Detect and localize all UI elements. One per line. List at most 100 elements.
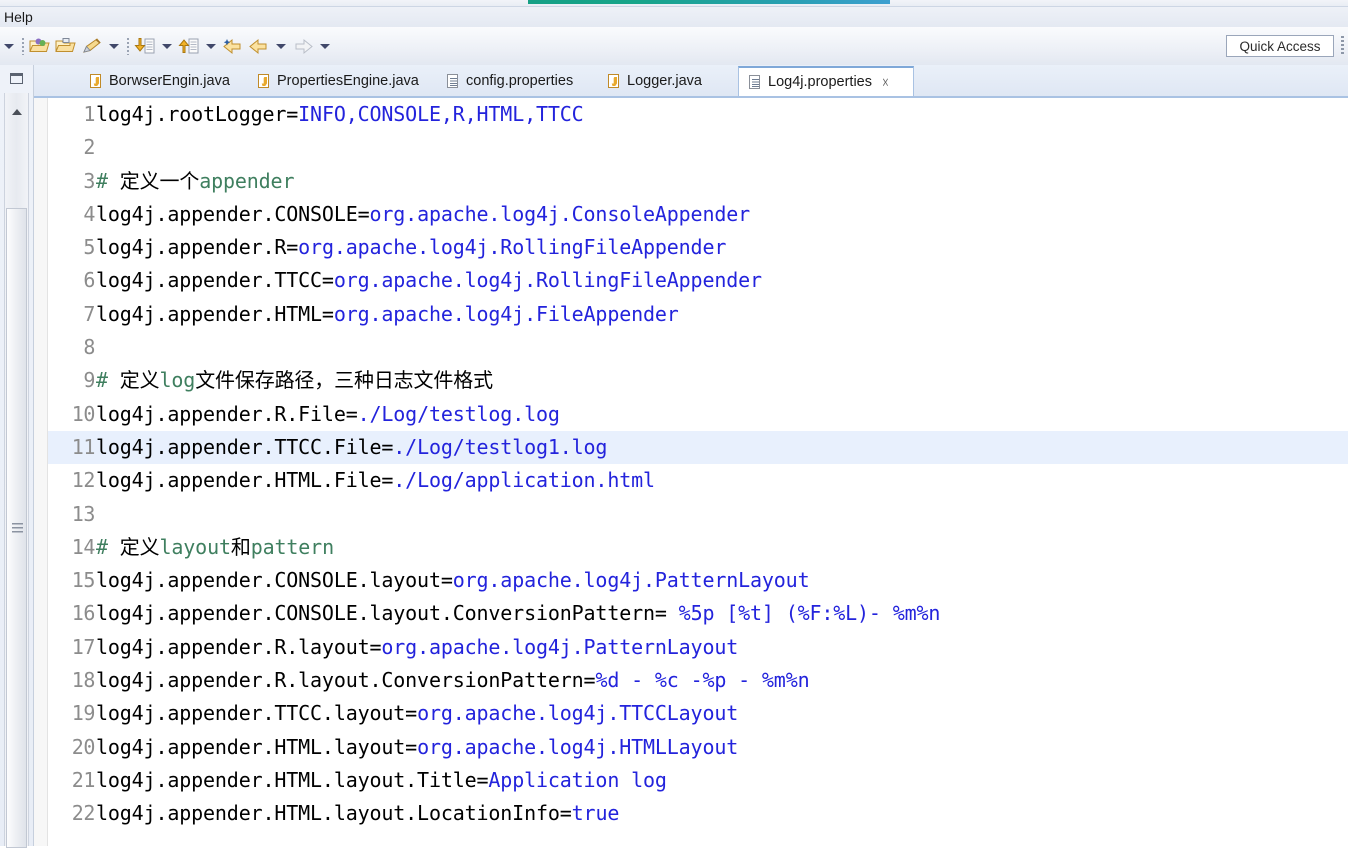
code-line[interactable]: 9 # 定义log文件保存路径，三种日志文件格式 [48, 364, 1348, 397]
step-into-dropdown[interactable] [158, 31, 176, 61]
restore-view-button[interactable] [7, 70, 26, 87]
line-number: 7 [83, 301, 95, 326]
line-text: log4j.appender.R.layout=org.apache.log4j… [96, 631, 1348, 664]
token-comment-cjk: 文件保存路径，三种日志文件格式 [195, 368, 493, 393]
toolbar-grip-handle[interactable] [1341, 36, 1344, 56]
step-into-button[interactable] [132, 31, 158, 61]
token-comment: layout [159, 534, 232, 559]
code-line[interactable]: 14 # 定义layout和pattern [48, 531, 1348, 564]
separator-1 [18, 31, 27, 61]
token-key: log4j.appender.TTCC= [96, 268, 334, 293]
line-number: 11 [71, 434, 96, 459]
code-line[interactable]: 11 log4j.appender.TTCC.File=./Log/testlog… [48, 430, 1348, 465]
code-line[interactable]: 18 log4j.appender.R.layout.ConversionPatt… [48, 664, 1348, 697]
token-comment: # [96, 168, 120, 193]
code-line[interactable]: 2 [48, 131, 1348, 164]
code-line[interactable]: 10 log4j.appender.R.File=./Log/testlog.lo… [48, 398, 1348, 431]
line-number: 15 [71, 568, 96, 593]
token-val: org.apache.log4j.FileAppender [333, 301, 679, 326]
line-number: 6 [83, 268, 95, 293]
code-line[interactable]: 22 log4j.appender.HTML.layout.LocationInf… [48, 797, 1348, 830]
back-dropdown[interactable] [272, 31, 290, 61]
line-text: log4j.appender.CONSOLE.layout=org.apache… [96, 564, 1348, 597]
main-toolbar: Quick Access [0, 27, 1348, 66]
token-val: org.apache.log4j.RollingFileAppender [333, 268, 762, 293]
window-title-strip [0, 0, 1348, 7]
editor-annotation-ruler[interactable] [34, 98, 48, 846]
token-key: log4j.appender.CONSOLE.layout= [96, 568, 453, 593]
token-comment: log [159, 368, 196, 393]
properties-file-icon [447, 74, 460, 89]
token-val: INFO,CONSOLE,R,HTML,TTCC [298, 102, 584, 126]
menu-item-help[interactable]: Help [4, 8, 33, 26]
code-line[interactable]: 20 log4j.appender.HTML.layout=org.apache.… [48, 731, 1348, 764]
line-text: # 定义log文件保存路径，三种日志文件格式 [96, 364, 1348, 397]
token-comment-cjk: 定义 [119, 534, 160, 559]
token-comment: # [96, 534, 120, 559]
back-to-annotation-button[interactable] [220, 31, 246, 61]
text-editor[interactable]: 1 log4j.rootLogger=INFO,CONSOLE,R,HTML,TT… [34, 98, 1348, 846]
scroll-up-arrow-icon[interactable] [11, 109, 22, 115]
tab-label: PropertiesEngine.java [277, 73, 419, 90]
editor-vertical-scrollbar[interactable] [4, 93, 29, 848]
line-number: 12 [71, 468, 96, 493]
line-number: 9 [83, 368, 95, 393]
code-line[interactable]: 6 log4j.appender.TTCC=org.apache.log4j.Ro… [48, 264, 1348, 297]
editor-tab-borwserengin-java[interactable]: BorwserEngin.java [80, 67, 248, 96]
line-text: log4j.appender.R=org.apache.log4j.Rollin… [96, 231, 1348, 264]
code-line[interactable]: 5 log4j.appender.R=org.apache.log4j.Rolli… [48, 231, 1348, 264]
code-line[interactable]: 13 [48, 498, 1348, 531]
token-comment: pattern [250, 534, 334, 559]
debug-pen-button[interactable] [79, 31, 105, 61]
token-comment: # [96, 368, 120, 393]
editor-tab-propertiesengine-java[interactable]: PropertiesEngine.java [248, 67, 437, 96]
scrollbar-thumb[interactable] [6, 208, 27, 848]
debug-dropdown[interactable] [105, 31, 123, 61]
line-text: log4j.appender.HTML.layout.LocationInfo=… [96, 797, 1348, 830]
tab-close-icon[interactable]: ☓ [882, 76, 889, 89]
step-return-dropdown[interactable] [202, 31, 220, 61]
line-number: 19 [71, 701, 96, 726]
code-line[interactable]: 3 # 定义一个appender [48, 165, 1348, 198]
forward-arrow-icon [292, 37, 314, 55]
forward-dropdown[interactable] [316, 31, 334, 61]
editor-tab-config-properties[interactable]: config.properties [437, 67, 598, 96]
line-number: 18 [71, 668, 96, 693]
token-key: log4j.appender.HTML= [96, 301, 334, 326]
code-line[interactable]: 17 log4j.appender.R.layout=org.apache.log… [48, 631, 1348, 664]
code-line[interactable]: 12 log4j.appender.HTML.File=./Log/applica… [48, 464, 1348, 497]
chevron-down-icon [109, 43, 119, 49]
code-line[interactable]: 19 log4j.appender.TTCC.layout=org.apache.… [48, 697, 1348, 730]
editor-tab-log4j-properties[interactable]: Log4j.properties ☓ [738, 66, 914, 97]
properties-file-icon [749, 75, 762, 90]
forward-button[interactable] [290, 31, 316, 61]
token-key: log4j.appender.R.File= [96, 401, 358, 426]
code-line[interactable]: 1 log4j.rootLogger=INFO,CONSOLE,R,HTML,TT… [48, 98, 1348, 131]
code-line[interactable]: 15 log4j.appender.CONSOLE.layout=org.apac… [48, 564, 1348, 597]
back-button[interactable] [246, 31, 272, 61]
open-resource-button[interactable] [53, 31, 79, 61]
toolbar-dropdown-leading[interactable] [0, 31, 18, 61]
chevron-down-icon [276, 43, 286, 49]
tab-label: Logger.java [627, 73, 702, 90]
token-val: ./Log/testlog1.log [393, 434, 608, 459]
token-val: org.apache.log4j.PatternLayout [452, 568, 810, 593]
editor-tab-logger-java[interactable]: Logger.java [598, 67, 727, 96]
code-line[interactable]: 16 log4j.appender.CONSOLE.layout.Conversi… [48, 597, 1348, 630]
code-line[interactable]: 4 log4j.appender.CONSOLE=org.apache.log4j… [48, 198, 1348, 231]
token-val: true [571, 801, 620, 826]
menu-bar: Help [0, 7, 1348, 27]
quick-access-field[interactable]: Quick Access [1226, 35, 1334, 57]
workbench: BorwserEngin.java PropertiesEngine.java co… [0, 65, 1348, 848]
token-key: log4j.appender.TTCC.layout= [96, 701, 418, 726]
code-line[interactable]: 7 log4j.appender.HTML=org.apache.log4j.Fi… [48, 298, 1348, 331]
back-star-arrow-icon [222, 37, 244, 55]
source-code-area[interactable]: 1 log4j.rootLogger=INFO,CONSOLE,R,HTML,TT… [48, 98, 1348, 846]
token-comment-cjk: 定义 [119, 368, 160, 393]
code-line[interactable]: 8 [48, 331, 1348, 364]
code-line[interactable]: 21 log4j.appender.HTML.layout.Title=Appli… [48, 764, 1348, 797]
scrollbar-grip-icon [11, 523, 23, 533]
tab-label: BorwserEngin.java [109, 73, 230, 90]
open-project-button[interactable] [27, 31, 53, 61]
step-return-button[interactable] [176, 31, 202, 61]
